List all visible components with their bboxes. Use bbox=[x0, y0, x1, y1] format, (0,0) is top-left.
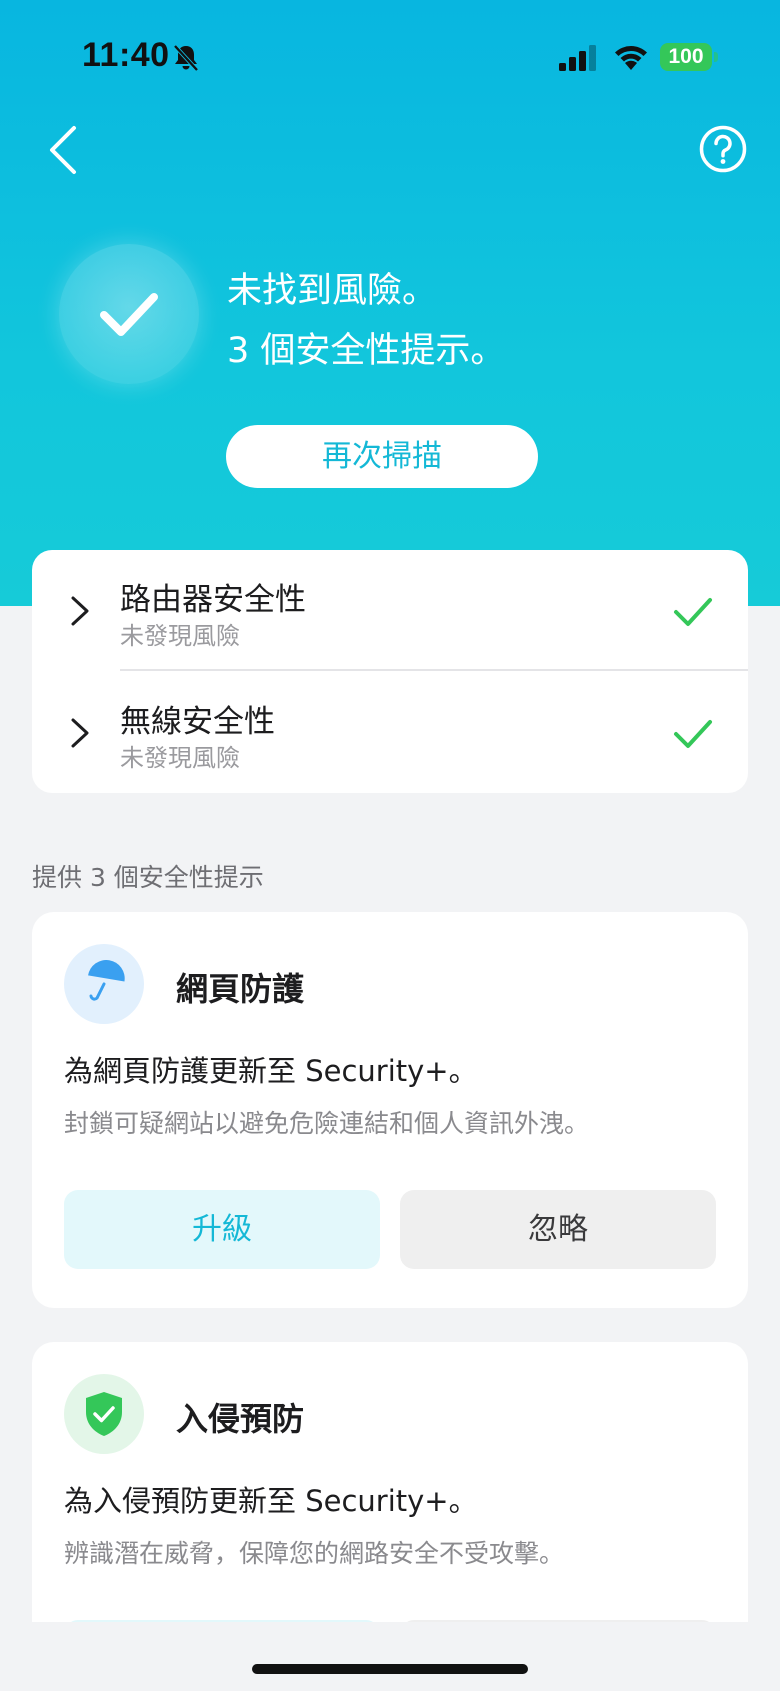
ignore-button[interactable]: 忽略 bbox=[400, 1190, 716, 1269]
back-button[interactable] bbox=[44, 122, 84, 178]
help-button[interactable] bbox=[698, 124, 748, 174]
battery-icon: 100 bbox=[660, 43, 718, 71]
check-status: 未發現風險 bbox=[120, 622, 240, 650]
security-checks-card: 路由器安全性 未發現風險 無線安全性 未發現風險 bbox=[32, 550, 748, 793]
check-title: 無線安全性 bbox=[120, 704, 275, 740]
tip-icon-badge bbox=[64, 944, 144, 1024]
check-title: 路由器安全性 bbox=[120, 582, 306, 618]
tip-card-web-protection: 網頁防護 為網頁防護更新至 Security+。 封鎖可疑網站以避免危險連結和個… bbox=[32, 912, 748, 1308]
bottom-safe-area bbox=[0, 1622, 780, 1691]
scan-result-title: 未找到風險。 bbox=[227, 271, 438, 311]
tip-detail: 封鎖可疑網站以避免危險連結和個人資訊外洩。 bbox=[64, 1109, 590, 1138]
checkmark-icon bbox=[100, 293, 158, 336]
tips-section-label: 提供 3 個安全性提示 bbox=[32, 863, 264, 892]
chevron-right-icon bbox=[71, 718, 89, 748]
checkmark-icon bbox=[674, 720, 712, 748]
tip-description: 為入侵預防更新至 Security+。 bbox=[64, 1484, 478, 1518]
tip-icon-badge bbox=[64, 1374, 144, 1454]
bell-slash-icon bbox=[173, 44, 199, 72]
chevron-right-icon bbox=[71, 596, 89, 626]
tip-description: 為網頁防護更新至 Security+。 bbox=[64, 1054, 478, 1088]
check-status: 未發現風險 bbox=[120, 744, 240, 772]
upgrade-button[interactable]: 升級 bbox=[64, 1190, 380, 1269]
check-row-router-security[interactable]: 路由器安全性 未發現風險 bbox=[32, 550, 748, 670]
shield-check-icon bbox=[86, 1392, 122, 1436]
tip-title: 網頁防護 bbox=[176, 970, 305, 1008]
cellular-signal-icon bbox=[559, 45, 596, 71]
wifi-icon bbox=[615, 46, 647, 70]
status-time: 11:40 bbox=[82, 36, 170, 74]
tip-title: 入侵預防 bbox=[176, 1400, 305, 1438]
home-indicator[interactable] bbox=[252, 1664, 528, 1674]
umbrella-icon bbox=[88, 960, 125, 1001]
tip-detail: 辨識潛在威脅，保障您的網路安全不受攻擊。 bbox=[64, 1539, 565, 1568]
result-check-badge bbox=[59, 244, 199, 384]
checkmark-icon bbox=[674, 598, 712, 626]
scan-result-tips-count: 3 個安全性提示。 bbox=[227, 331, 506, 371]
check-row-wireless-security[interactable]: 無線安全性 未發現風險 bbox=[32, 671, 748, 791]
rescan-button[interactable]: 再次掃描 bbox=[226, 425, 538, 488]
